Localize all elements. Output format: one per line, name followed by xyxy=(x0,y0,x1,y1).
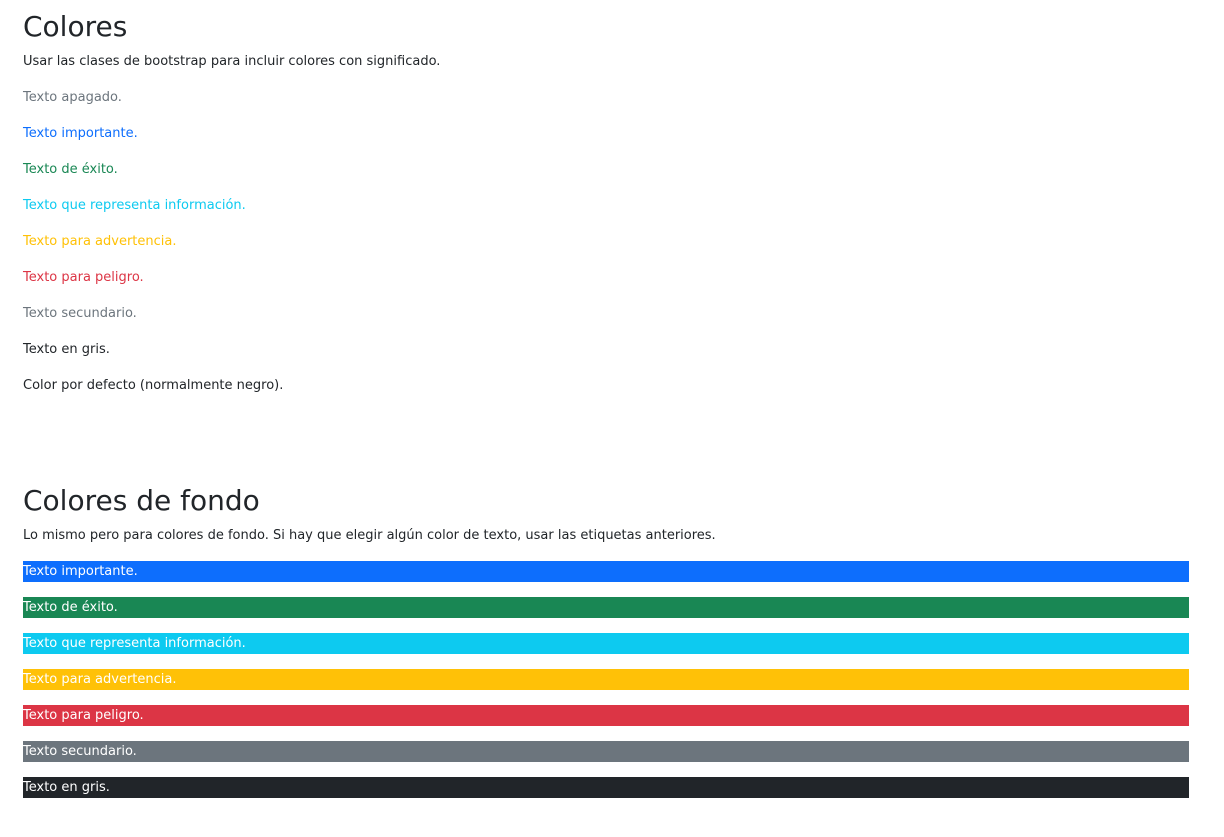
text-default: Color por defecto (normalmente negro). xyxy=(23,378,284,393)
colors-title: Colores xyxy=(23,10,128,43)
text-warning: Texto para advertencia. xyxy=(23,234,177,249)
text-dark: Texto en gris. xyxy=(23,342,110,357)
bg-primary: Texto importante. xyxy=(23,561,1189,582)
text-danger: Texto para peligro. xyxy=(23,270,144,285)
bg-dark: Texto en gris. xyxy=(23,777,1189,798)
text-primary: Texto importante. xyxy=(23,126,138,141)
text-success: Texto de éxito. xyxy=(23,162,118,177)
backgrounds-title: Colores de fondo xyxy=(23,484,260,517)
text-muted: Texto apagado. xyxy=(23,90,122,105)
text-secondary: Texto secundario. xyxy=(23,306,137,321)
bg-info: Texto que representa información. xyxy=(23,633,1189,654)
bg-success: Texto de éxito. xyxy=(23,597,1189,618)
bg-danger: Texto para peligro. xyxy=(23,705,1189,726)
bg-secondary: Texto secundario. xyxy=(23,741,1189,762)
text-info: Texto que representa información. xyxy=(23,198,246,213)
bg-warning: Texto para advertencia. xyxy=(23,669,1189,690)
backgrounds-intro: Lo mismo pero para colores de fondo. Si … xyxy=(23,528,716,543)
colors-intro: Usar las clases de bootstrap para inclui… xyxy=(23,54,441,69)
